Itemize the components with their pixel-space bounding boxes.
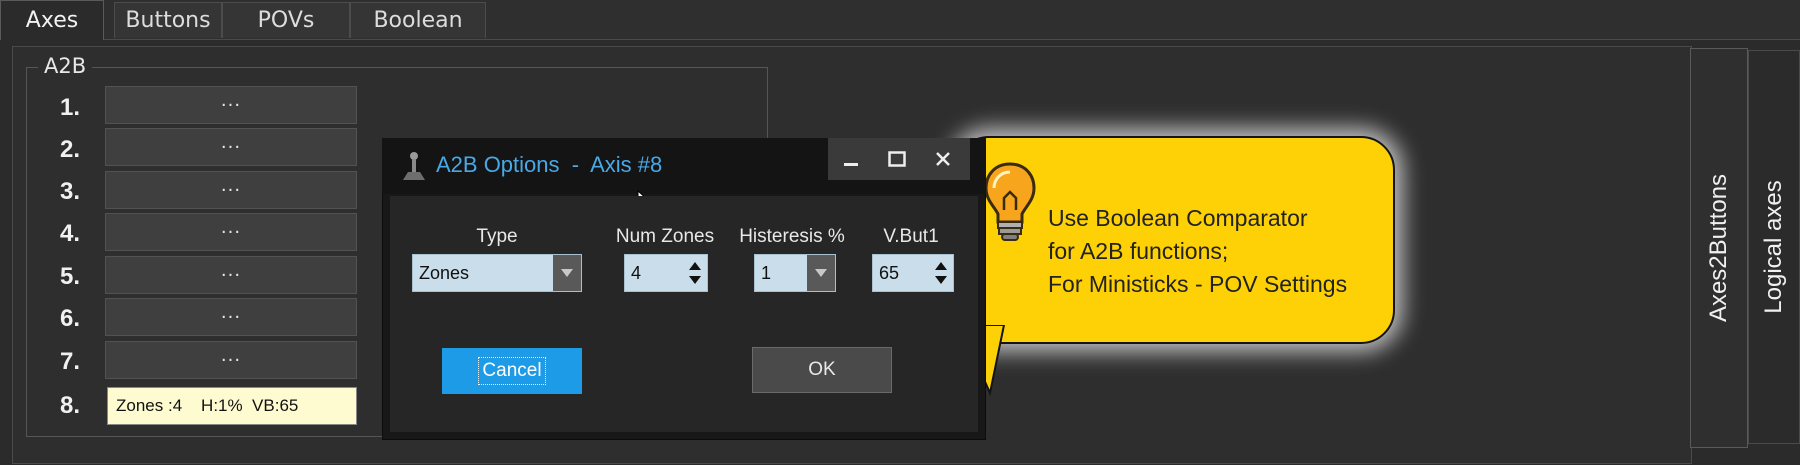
vbut1-value: 65	[879, 262, 900, 283]
row-2-options-button[interactable]: ···	[105, 128, 357, 166]
type-dropdown[interactable]: Zones	[412, 254, 582, 292]
tab-boolean[interactable]: Boolean	[350, 2, 486, 38]
cancel-button-label: Cancel	[478, 357, 546, 385]
close-button[interactable]	[920, 138, 966, 180]
row-number: 5.	[59, 263, 80, 290]
minimize-icon	[844, 163, 858, 166]
side-tab-label: Logical axes	[1760, 180, 1787, 314]
dialog-title: A2B Options - Axis #8	[436, 152, 663, 177]
spin-arrows-icon[interactable]	[683, 255, 707, 291]
type-value: Zones	[419, 262, 470, 283]
cancel-button[interactable]: Cancel	[442, 348, 582, 394]
row-3-options-button[interactable]: ···	[105, 171, 357, 209]
row-6-options-button[interactable]: ···	[105, 298, 357, 336]
ok-button[interactable]: OK	[752, 347, 892, 393]
chevron-down-icon[interactable]	[807, 255, 835, 291]
row-4-options-button[interactable]: ···	[105, 213, 357, 251]
lightbulb-icon	[984, 162, 1036, 241]
type-label: Type	[476, 226, 518, 247]
histeresis-value: 1	[761, 262, 772, 283]
histeresis-dropdown[interactable]: 1	[754, 254, 836, 292]
row-number: 7.	[59, 348, 80, 375]
spin-arrows-icon[interactable]	[929, 255, 953, 291]
tab-povs[interactable]: POVs	[222, 2, 350, 38]
maximize-icon	[888, 151, 906, 167]
vbut1-label: V.But1	[883, 226, 939, 247]
row-number: 6.	[59, 305, 80, 332]
num-zones-value: 4	[631, 262, 642, 283]
row-number: 2.	[59, 136, 80, 163]
minimize-button[interactable]	[828, 138, 874, 180]
tab-axes[interactable]: Axes	[0, 0, 104, 40]
tooltip-line: for A2B functions;	[1048, 238, 1229, 264]
tooltip-line: For Ministicks - POV Settings	[1048, 271, 1348, 297]
histeresis-label: Histeresis %	[739, 226, 845, 247]
row-5-options-button[interactable]: ···	[105, 256, 357, 294]
tooltip-text: Use Boolean Comparator for A2B functions…	[1048, 202, 1388, 301]
a2b-group-title: A2B	[38, 54, 93, 78]
side-tab-logical-axes[interactable]: Logical axes	[1748, 50, 1800, 444]
row-7-options-button[interactable]: ···	[105, 341, 357, 379]
num-zones-label: Num Zones	[615, 226, 715, 247]
close-icon	[936, 152, 950, 166]
row-number: 8.	[59, 392, 80, 419]
maximize-button[interactable]	[874, 138, 920, 180]
row-8-status[interactable]: Zones :4 H:1% VB:65	[107, 387, 357, 425]
vbut1-stepper[interactable]: 65	[872, 254, 954, 292]
tab-buttons[interactable]: Buttons	[114, 2, 222, 38]
joystick-icon	[403, 152, 425, 180]
side-tab-axes2buttons[interactable]: Axes2Buttons	[1690, 48, 1748, 448]
num-zones-stepper[interactable]: 4	[624, 254, 708, 292]
row-1-options-button[interactable]: ···	[105, 86, 357, 124]
chevron-down-icon[interactable]	[553, 255, 581, 291]
tooltip-line: Use Boolean Comparator	[1048, 205, 1308, 231]
row-number: 1.	[59, 94, 80, 121]
side-tab-label: Axes2Buttons	[1705, 173, 1732, 323]
row-number: 3.	[59, 178, 80, 205]
row-number: 4.	[59, 220, 80, 247]
